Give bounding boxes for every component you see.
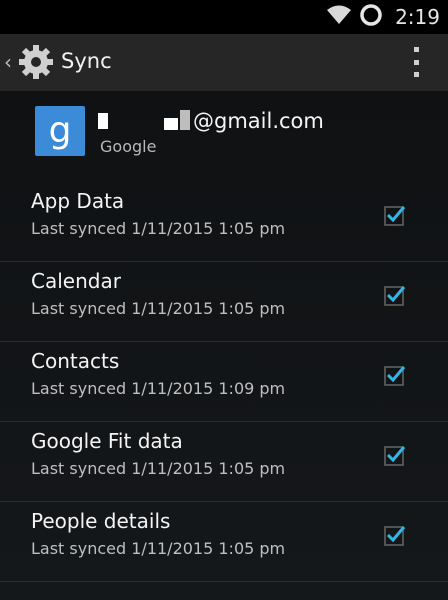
- sync-item-status: Last synced 1/11/2015 1:05 pm: [31, 299, 286, 318]
- sync-content: g @gmail.com Google App Data Last synced…: [0, 91, 448, 600]
- account-email: @gmail.com: [193, 109, 324, 133]
- sync-item-status: Last synced 1/11/2015 1:05 pm: [31, 219, 286, 238]
- sync-item-label: People details: [31, 509, 171, 533]
- action-bar: ‹ Sync: [0, 34, 448, 91]
- sync-item-contacts[interactable]: Contacts Last synced 1/11/2015 1:09 pm: [0, 342, 448, 422]
- sync-item-google-fit-data[interactable]: Google Fit data Last synced 1/11/2015 1:…: [0, 422, 448, 502]
- sync-item-calendar[interactable]: Calendar Last synced 1/11/2015 1:05 pm: [0, 262, 448, 342]
- back-chevron-icon[interactable]: ‹: [4, 50, 12, 74]
- checkbox-checked-icon[interactable]: [384, 524, 406, 546]
- account-header: g @gmail.com Google: [0, 91, 448, 169]
- sync-item-status: Last synced 1/11/2015 1:09 pm: [31, 379, 286, 398]
- sync-item-label: App Data: [31, 189, 125, 213]
- redacted-block: [98, 113, 108, 129]
- sync-circle-icon: [359, 3, 383, 31]
- settings-gear-icon[interactable]: [17, 43, 55, 85]
- sync-item-label: Calendar: [31, 269, 121, 293]
- sync-item-status: Last synced 1/11/2015 1:05 pm: [31, 459, 286, 478]
- status-bar: 2:19: [0, 0, 448, 34]
- sync-list: App Data Last synced 1/11/2015 1:05 pm C…: [0, 182, 448, 582]
- overflow-menu-icon[interactable]: [412, 47, 420, 77]
- sync-item-label: Contacts: [31, 349, 120, 373]
- sync-item-label: Google Fit data: [31, 429, 183, 453]
- checkbox-checked-icon[interactable]: [384, 364, 406, 386]
- status-time: 2:19: [395, 5, 440, 29]
- redacted-block: [164, 118, 178, 130]
- wifi-icon: [327, 5, 352, 29]
- checkbox-checked-icon[interactable]: [384, 284, 406, 306]
- checkbox-checked-icon[interactable]: [384, 204, 406, 226]
- checkbox-checked-icon[interactable]: [384, 444, 406, 466]
- redacted-block: [180, 110, 190, 130]
- account-provider: Google: [100, 137, 157, 156]
- sync-item-app-data[interactable]: App Data Last synced 1/11/2015 1:05 pm: [0, 182, 448, 262]
- page-title: Sync: [61, 49, 112, 73]
- google-logo: g: [35, 106, 85, 156]
- svg-text:g: g: [49, 111, 72, 151]
- sync-item-status: Last synced 1/11/2015 1:05 pm: [31, 539, 286, 558]
- sync-item-people-details[interactable]: People details Last synced 1/11/2015 1:0…: [0, 502, 448, 582]
